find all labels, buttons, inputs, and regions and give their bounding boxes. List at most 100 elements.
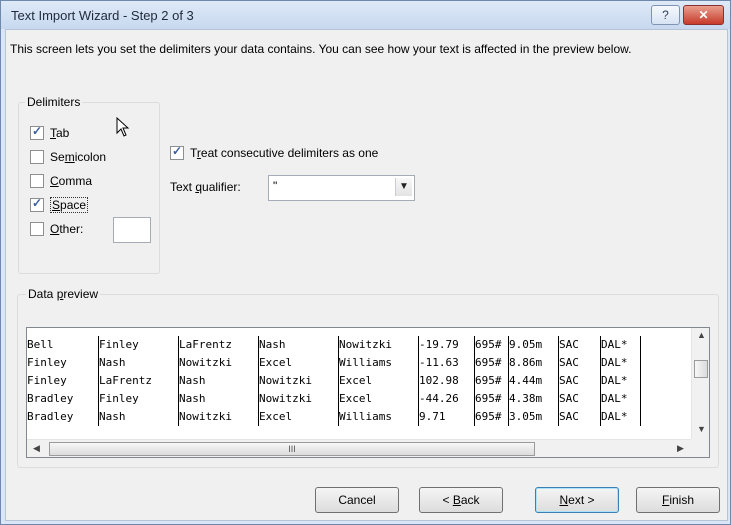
space-checkbox-row[interactable]: Space	[30, 196, 89, 213]
dialog-body: This screen lets you set the delimiters …	[5, 29, 728, 521]
scroll-up-icon[interactable]: ▲	[697, 330, 706, 340]
treat-consecutive-checkbox[interactable]	[170, 144, 184, 160]
text-qualifier-value: "	[273, 179, 278, 193]
preview-cell: SAC	[559, 354, 601, 372]
preview-cell: Finley	[99, 336, 179, 354]
semicolon-checkbox-row[interactable]: Semicolon	[30, 150, 106, 164]
text-qualifier-label: Text qualifier:	[170, 180, 241, 194]
space-checkbox[interactable]	[30, 196, 44, 212]
preview-cell: Nowitzki	[259, 372, 339, 390]
preview-cell: DAL*	[601, 390, 641, 408]
preview-cell: -44.26	[419, 390, 475, 408]
scroll-right-icon[interactable]: ▶	[677, 443, 684, 454]
preview-cell: Nash	[259, 336, 339, 354]
data-preview-pane[interactable]: Bell Finley LaFrentz Nash Nowitzki -19.79 695#…	[26, 327, 710, 458]
preview-cell: -11.63	[419, 354, 475, 372]
preview-cell: 695#	[475, 354, 509, 372]
preview-cell: LaFrentz	[179, 336, 259, 354]
preview-cell: Williams	[339, 354, 419, 372]
preview-cell: Finley	[27, 354, 99, 372]
preview-cell: Bradley	[27, 408, 99, 426]
title-bar[interactable]: Text Import Wizard - Step 2 of 3 ? ✕	[1, 1, 730, 29]
preview-cell: Finley	[99, 390, 179, 408]
preview-cell: Nowitzki	[259, 390, 339, 408]
comma-checkbox[interactable]	[30, 174, 44, 188]
comma-checkbox-row[interactable]: Comma	[30, 174, 92, 188]
text-qualifier-select[interactable]: " ▼	[268, 175, 415, 201]
preview-row: Bell Finley LaFrentz Nash Nowitzki -19.79 695#…	[27, 336, 687, 354]
horizontal-scrollbar[interactable]: ◀ III ▶	[27, 439, 691, 457]
preview-cell: Nowitzki	[339, 336, 419, 354]
vertical-scrollbar[interactable]: ▲ ▼	[691, 328, 709, 439]
preview-cell: Bradley	[27, 390, 99, 408]
preview-cell: 102.98	[419, 372, 475, 390]
preview-row: Bradley Finley Nash Nowitzki Excel -44.26 695#…	[27, 390, 687, 408]
preview-cell: 4.44m	[509, 372, 559, 390]
treat-consecutive-label: Treat consecutive delimiters as one	[190, 146, 379, 160]
preview-cell: 4.38m	[509, 390, 559, 408]
preview-cell: LaFrentz	[99, 372, 179, 390]
preview-cell: 9.71	[419, 408, 475, 426]
comma-label: Comma	[50, 174, 93, 188]
preview-cell: Nowitzki	[179, 408, 259, 426]
preview-cell: DAL*	[601, 354, 641, 372]
preview-cell: Bell	[27, 336, 99, 354]
preview-cell: 3.05m	[509, 408, 559, 426]
preview-cell: SAC	[559, 408, 601, 426]
preview-cell: SAC	[559, 390, 601, 408]
preview-cell: 695#	[475, 408, 509, 426]
preview-cell: Excel	[259, 354, 339, 372]
preview-cell: Excel	[339, 390, 419, 408]
scroll-left-icon[interactable]: ◀	[33, 443, 40, 454]
vertical-scroll-thumb[interactable]	[694, 360, 708, 378]
next-button[interactable]: Next >	[535, 487, 619, 513]
preview-cell: 695#	[475, 372, 509, 390]
delimiters-legend: Delimiters	[25, 95, 83, 109]
cancel-button[interactable]: Cancel	[315, 487, 399, 513]
preview-cell: SAC	[559, 336, 601, 354]
horizontal-scroll-thumb[interactable]: III	[49, 442, 535, 456]
other-checkbox[interactable]	[30, 222, 44, 236]
other-checkbox-row[interactable]: Other:	[30, 222, 83, 236]
semicolon-label: Semicolon	[50, 150, 107, 164]
preview-cell: SAC	[559, 372, 601, 390]
preview-cell: Nash	[179, 390, 259, 408]
preview-rows: Bell Finley LaFrentz Nash Nowitzki -19.79 695#…	[27, 336, 687, 426]
preview-cell: 9.05m	[509, 336, 559, 354]
other-delimiter-input[interactable]	[113, 217, 151, 243]
preview-cell: DAL*	[601, 372, 641, 390]
scroll-down-icon[interactable]: ▼	[697, 424, 706, 434]
preview-cell: DAL*	[601, 408, 641, 426]
text-import-wizard-window: Text Import Wizard - Step 2 of 3 ? ✕ Thi…	[0, 0, 731, 525]
space-label: Space	[50, 197, 89, 213]
data-preview-legend: Data preview	[26, 287, 101, 301]
delimiters-group: Delimiters Tab Semicolon Comma Space Oth…	[18, 95, 160, 274]
treat-consecutive-row[interactable]: Treat consecutive delimiters as one	[170, 144, 379, 160]
preview-cell: Finley	[27, 372, 99, 390]
close-button[interactable]: ✕	[683, 5, 724, 25]
data-preview-group: Data preview Bell Finley LaFrentz Nash Nowit…	[17, 287, 719, 468]
preview-row: Finley LaFrentz Nash Nowitzki Excel 102.98 695…	[27, 372, 687, 390]
preview-cell: 8.86m	[509, 354, 559, 372]
preview-cell: 695#	[475, 390, 509, 408]
preview-cell: Nash	[99, 408, 179, 426]
tab-checkbox-row[interactable]: Tab	[30, 124, 70, 140]
preview-cell: Excel	[259, 408, 339, 426]
finish-button[interactable]: Finish	[636, 487, 720, 513]
preview-cell: -19.79	[419, 336, 475, 354]
window-title: Text Import Wizard - Step 2 of 3	[11, 8, 194, 23]
preview-row: Bradley Nash Nowitzki Excel Williams 9.71 695#…	[27, 408, 687, 426]
description-text: This screen lets you set the delimiters …	[10, 42, 632, 56]
help-button[interactable]: ?	[651, 5, 680, 25]
tab-label: Tab	[50, 126, 70, 140]
preview-cell: Excel	[339, 372, 419, 390]
chevron-down-icon[interactable]: ▼	[395, 178, 412, 196]
back-button[interactable]: < Back	[419, 487, 503, 513]
preview-cell: Williams	[339, 408, 419, 426]
preview-cell: Nash	[99, 354, 179, 372]
preview-row: Finley Nash Nowitzki Excel Williams -11.63 695…	[27, 354, 687, 372]
semicolon-checkbox[interactable]	[30, 150, 44, 164]
scrollbar-corner	[691, 439, 709, 457]
mouse-pointer-icon	[116, 117, 130, 137]
tab-checkbox[interactable]	[30, 124, 44, 140]
